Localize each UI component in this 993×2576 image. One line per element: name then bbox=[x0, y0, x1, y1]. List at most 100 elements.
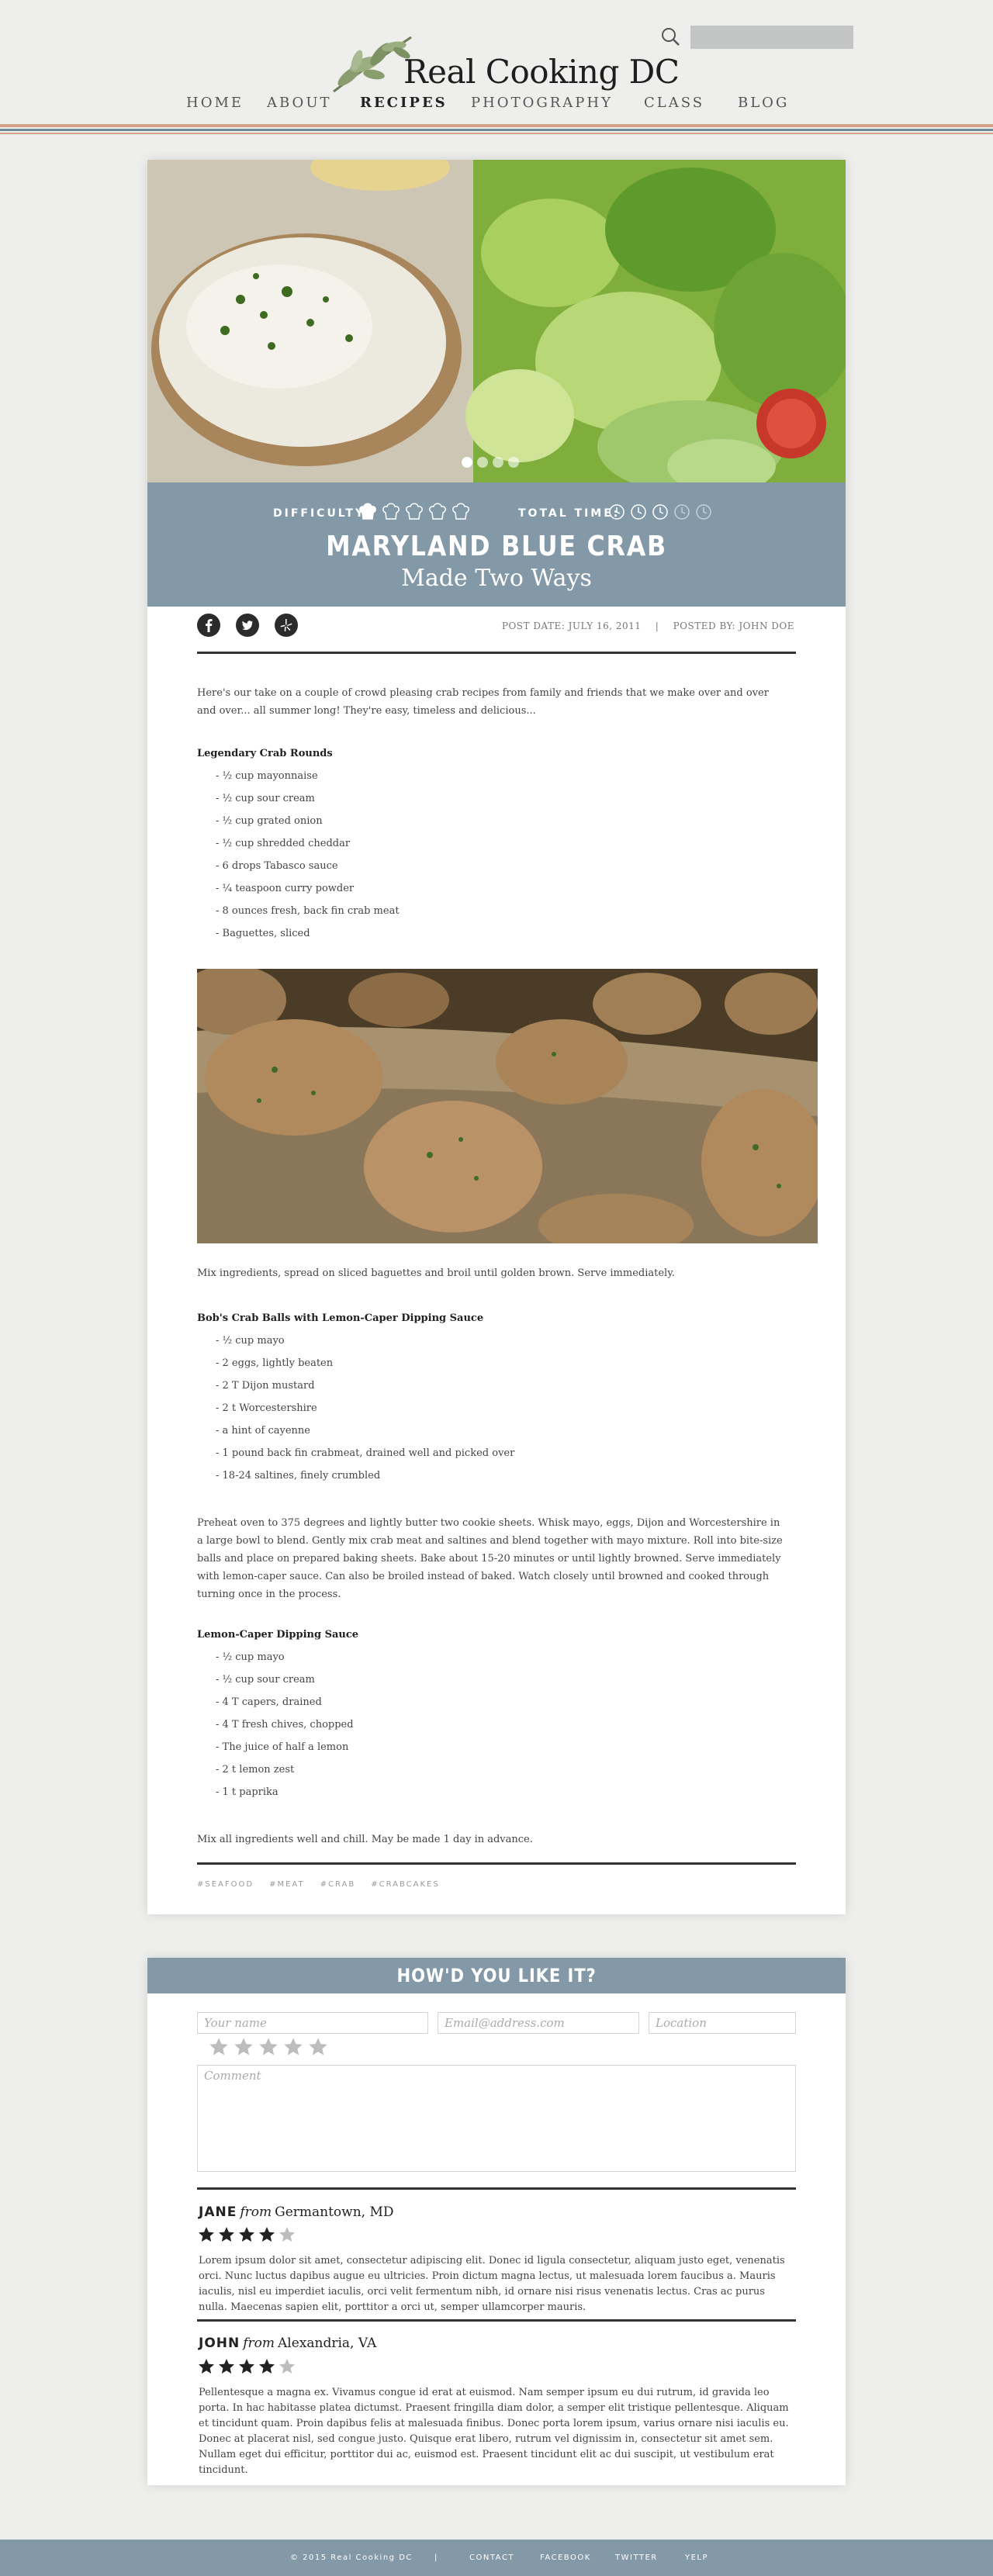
facebook-icon[interactable] bbox=[197, 614, 220, 637]
nav-class[interactable]: CLASS bbox=[644, 95, 738, 111]
divider bbox=[197, 2187, 796, 2190]
list-item: - ½ cup sour cream bbox=[216, 793, 315, 804]
nav-recipes[interactable]: RECIPES bbox=[360, 95, 471, 111]
divider bbox=[197, 652, 796, 654]
recipe-title: MARYLAND BLUE CRAB bbox=[326, 531, 667, 562]
list-item: - ¼ teaspoon curry powder bbox=[216, 883, 355, 894]
star-icon bbox=[219, 2359, 234, 2374]
ingredient-list: - ½ cup mayo - 2 eggs, lightly beaten - … bbox=[216, 1329, 514, 1487]
tag-link[interactable]: #MEAT bbox=[269, 1880, 305, 1889]
comment-textarea[interactable]: Comment bbox=[197, 2065, 796, 2172]
review-author: JOHN from Alexandria, VA bbox=[199, 2336, 376, 2351]
ingredient-list: - ½ cup mayo - ½ cup sour cream - 4 T ca… bbox=[216, 1646, 354, 1803]
slider-dots bbox=[462, 457, 519, 468]
star-icon[interactable] bbox=[307, 2036, 329, 2058]
section-note: Mix all ingredients well and chill. May … bbox=[197, 1834, 533, 1845]
section-title: Bob's Crab Balls with Lemon-Caper Dippin… bbox=[197, 1312, 484, 1324]
site-logo[interactable]: Real Cooking DC bbox=[326, 29, 680, 99]
hero-slider-image[interactable] bbox=[147, 160, 846, 482]
list-item: - 1 pound back fin crabmeat, drained wel… bbox=[216, 1447, 515, 1459]
rating-input bbox=[208, 2036, 329, 2058]
star-icon[interactable] bbox=[233, 2036, 254, 2058]
list-item: - a hint of cayenne bbox=[216, 1425, 310, 1437]
section-note: Preheat oven to 375 degrees and lightly … bbox=[197, 1517, 783, 1600]
list-item: - ½ cup mayonnaise bbox=[216, 770, 318, 782]
main-nav: HOME ABOUT RECIPES PHOTOGRAPHY CLASS BLO… bbox=[186, 95, 807, 111]
header-stripe-orange-2 bbox=[0, 133, 993, 134]
list-item: - 6 drops Tabasco sauce bbox=[216, 860, 338, 872]
twitter-icon[interactable] bbox=[236, 614, 259, 637]
slider-dot[interactable] bbox=[493, 457, 503, 468]
reviewer-location: Alexandria, VA bbox=[278, 2336, 377, 2351]
star-icon bbox=[259, 2359, 275, 2374]
list-item: - ½ cup shredded cheddar bbox=[216, 838, 351, 849]
location-field[interactable]: Location bbox=[649, 2012, 796, 2034]
clock-icon bbox=[631, 504, 646, 520]
list-item: - ½ cup mayo bbox=[216, 1651, 285, 1663]
star-icon[interactable] bbox=[282, 2036, 304, 2058]
clock-icon bbox=[652, 504, 668, 520]
divider bbox=[197, 1862, 796, 1865]
post-info: POST DATE: JULY 16, 2011 | POSTED BY: JO… bbox=[502, 621, 794, 631]
star-icon bbox=[239, 2227, 254, 2242]
star-icon[interactable] bbox=[208, 2036, 230, 2058]
tag-link[interactable]: #SEAFOOD bbox=[197, 1880, 254, 1889]
difficulty-rating bbox=[358, 502, 470, 522]
chef-hat-icon bbox=[359, 503, 376, 520]
posted-by: POSTED BY: JOHN DOE bbox=[673, 621, 794, 631]
slider-dot[interactable] bbox=[508, 457, 519, 468]
clock-icon bbox=[609, 504, 625, 520]
star-icon[interactable] bbox=[258, 2036, 279, 2058]
star-icon bbox=[239, 2359, 254, 2374]
chef-hat-icon bbox=[406, 503, 423, 520]
nav-about[interactable]: ABOUT bbox=[267, 95, 360, 111]
list-item: - ½ cup grated onion bbox=[216, 815, 323, 827]
reviewer-name: JANE bbox=[199, 2204, 237, 2220]
nav-blog[interactable]: BLOG bbox=[738, 95, 800, 111]
star-icon bbox=[279, 2227, 295, 2242]
footer-link-twitter[interactable]: TWITTER bbox=[615, 2554, 658, 2562]
star-icon bbox=[279, 2359, 295, 2374]
tag-list: #SEAFOOD #MEAT #CRAB #CRABCAKES bbox=[197, 1880, 440, 1889]
star-icon bbox=[259, 2227, 275, 2242]
crab-cakes-photo bbox=[197, 969, 818, 1243]
header-stripe-orange bbox=[0, 124, 993, 127]
nav-photography[interactable]: PHOTOGRAPHY bbox=[471, 95, 644, 111]
clock-icon bbox=[696, 504, 711, 520]
review-rating bbox=[197, 2225, 296, 2244]
review-rating bbox=[197, 2357, 296, 2376]
footer-link-contact[interactable]: CONTACT bbox=[469, 2554, 514, 2562]
recipe-card: DIFFICULTY: TOTAL TIME: MARYLAND BLUE CR… bbox=[147, 160, 846, 1914]
list-item: - 2 t Worcestershire bbox=[216, 1402, 317, 1414]
list-item: - ½ cup sour cream bbox=[216, 1674, 315, 1686]
chef-hat-icon bbox=[429, 503, 446, 520]
footer-copyright: © 2015 Real Cooking DC bbox=[290, 2554, 413, 2562]
email-field[interactable]: Email@address.com bbox=[438, 2012, 639, 2034]
search-bar bbox=[659, 26, 853, 49]
nav-home[interactable]: HOME bbox=[186, 95, 267, 111]
name-field[interactable]: Your name bbox=[197, 2012, 428, 2034]
yelp-icon[interactable] bbox=[275, 614, 298, 637]
share-icons bbox=[197, 614, 298, 637]
tag-link[interactable]: #CRAB bbox=[320, 1880, 356, 1889]
star-icon bbox=[199, 2227, 214, 2242]
footer-link-yelp[interactable]: YELP bbox=[685, 2554, 708, 2562]
section-title: Lemon-Caper Dipping Sauce bbox=[197, 1629, 359, 1641]
list-item: - 4 T capers, drained bbox=[216, 1696, 322, 1708]
reviewer-name: JOHN bbox=[199, 2336, 240, 2351]
list-item: - The juice of half a lemon bbox=[216, 1741, 349, 1753]
slider-dot[interactable] bbox=[462, 457, 472, 468]
section-note: Mix ingredients, spread on sliced baguet… bbox=[197, 1267, 675, 1279]
search-input[interactable] bbox=[690, 26, 853, 49]
slider-dot[interactable] bbox=[477, 457, 488, 468]
star-icon bbox=[199, 2359, 214, 2374]
total-time-label: TOTAL TIME: bbox=[518, 507, 621, 520]
site-footer: © 2015 Real Cooking DC | CONTACT FACEBOO… bbox=[0, 2540, 993, 2576]
list-item: - 2 eggs, lightly beaten bbox=[216, 1357, 334, 1369]
review-text: Lorem ipsum dolor sit amet, consectetur … bbox=[199, 2255, 785, 2313]
header-stripe-teal bbox=[0, 129, 993, 131]
clock-icon bbox=[674, 504, 690, 520]
tag-link[interactable]: #CRABCAKES bbox=[371, 1880, 439, 1889]
comments-section: HOW'D YOU LIKE IT? Your name Email@addre… bbox=[147, 1958, 846, 2485]
footer-link-facebook[interactable]: FACEBOOK bbox=[540, 2554, 591, 2562]
